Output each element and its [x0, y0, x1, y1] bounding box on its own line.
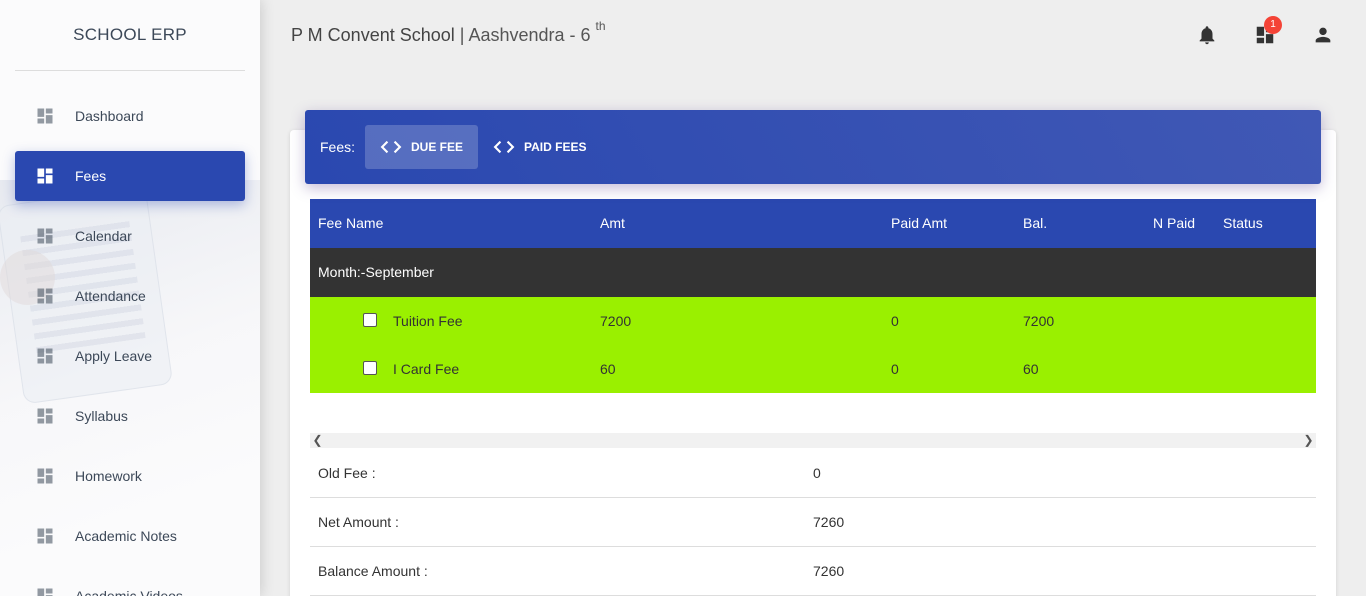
- column-header: Paid Amt: [891, 215, 948, 231]
- column-header: N Paid: [1153, 215, 1196, 231]
- sidebar: SCHOOL ERP Dashboard Fees Calendar Atten…: [0, 0, 260, 596]
- person-icon[interactable]: [1312, 24, 1334, 46]
- notification-badge: 1: [1264, 16, 1282, 34]
- dashboard-icon: [35, 286, 55, 306]
- sidebar-item-label: Fees: [75, 168, 107, 184]
- column-header: Bal.: [1023, 215, 1048, 231]
- fees-card-header: Fees: DUE FEE PAID FEES: [305, 110, 1321, 184]
- month-group-row: Month:-September: [310, 248, 1316, 297]
- sidebar-item-label: Academic Notes: [75, 528, 177, 544]
- table-header-row: Fee Name Amt Paid Amt Bal. N Paid Status: [310, 199, 1316, 248]
- summary-row: Balance Amount : 7260: [310, 547, 1316, 596]
- code-icon: [493, 139, 515, 155]
- bell-icon[interactable]: [1196, 24, 1218, 46]
- tab-due-fee[interactable]: DUE FEE: [365, 125, 479, 169]
- fee-balance: 7200: [1023, 313, 1055, 329]
- sidebar-item-attendance[interactable]: Attendance: [15, 271, 245, 321]
- old-fee-label: Old Fee :: [318, 465, 376, 481]
- page-title: P M Convent School | Aashvendra - 6 th: [291, 19, 606, 46]
- sidebar-divider: [15, 70, 245, 71]
- class-suffix: th: [595, 19, 606, 33]
- column-header: Fee Name: [318, 215, 384, 231]
- fee-paid-amount: 0: [891, 361, 899, 377]
- column-header: Amt: [600, 215, 625, 231]
- dashboard-icon: [35, 406, 55, 426]
- balance-amount-value: 7260: [813, 563, 845, 579]
- sidebar-item-label: Attendance: [75, 288, 146, 304]
- column-header: Status: [1223, 215, 1263, 231]
- scroll-left-icon[interactable]: ❮: [310, 433, 325, 448]
- fee-checkbox[interactable]: [363, 313, 377, 327]
- sidebar-item-academic-videos[interactable]: Academic Videos: [15, 571, 245, 596]
- table-row: I Card Fee 60 0 60: [310, 345, 1316, 393]
- summary-row: Old Fee : 0: [310, 449, 1316, 498]
- top-navbar: P M Convent School | Aashvendra - 6 th 1: [260, 0, 1366, 70]
- dashboard-icon: [35, 526, 55, 546]
- sidebar-item-dashboard[interactable]: Dashboard: [15, 91, 245, 141]
- month-label: Month:-September: [318, 264, 434, 280]
- dashboard-icon[interactable]: 1: [1254, 16, 1282, 46]
- sidebar-menu: Dashboard Fees Calendar Attendance Apply…: [0, 91, 260, 596]
- tab-label: PAID FEES: [524, 140, 587, 154]
- horizontal-scrollbar[interactable]: ❮ ❯: [310, 433, 1316, 448]
- title-separator: |: [454, 25, 469, 45]
- dashboard-icon: [35, 586, 55, 596]
- sidebar-item-label: Dashboard: [75, 108, 144, 124]
- sidebar-item-label: Apply Leave: [75, 348, 153, 364]
- fee-name: Tuition Fee: [393, 313, 463, 329]
- tab-paid-fees[interactable]: PAID FEES: [478, 125, 601, 169]
- fee-paid-amount: 0: [891, 313, 899, 329]
- sidebar-item-label: Syllabus: [75, 408, 128, 424]
- fees-label: Fees:: [320, 139, 356, 155]
- fee-balance: 60: [1023, 361, 1039, 377]
- school-name: P M Convent School: [291, 25, 455, 45]
- fee-table: Fee Name Amt Paid Amt Bal. N Paid Status…: [310, 199, 1316, 393]
- table-row: Tuition Fee 7200 0 7200: [310, 297, 1316, 345]
- code-icon: [380, 139, 402, 155]
- sidebar-item-label: Calendar: [75, 228, 132, 244]
- fee-amount: 60: [600, 361, 616, 377]
- sidebar-item-fees[interactable]: Fees: [15, 151, 245, 201]
- dashboard-icon: [35, 346, 55, 366]
- dashboard-icon: [35, 106, 55, 126]
- net-amount-value: 7260: [813, 514, 845, 530]
- scroll-right-icon[interactable]: ❯: [1301, 433, 1316, 448]
- dashboard-icon: [35, 226, 55, 246]
- tab-label: DUE FEE: [411, 140, 464, 154]
- balance-amount-label: Balance Amount :: [318, 563, 428, 579]
- sidebar-item-calendar[interactable]: Calendar: [15, 211, 245, 261]
- dashboard-icon: [35, 166, 55, 186]
- net-amount-label: Net Amount :: [318, 514, 399, 530]
- sidebar-item-label: Academic Videos: [75, 588, 183, 596]
- sidebar-item-syllabus[interactable]: Syllabus: [15, 391, 245, 441]
- fee-amount: 7200: [600, 313, 632, 329]
- student-name: Aashvendra - 6: [468, 25, 591, 45]
- dashboard-icon: [35, 466, 55, 486]
- fee-summary: Old Fee : 0 Net Amount : 7260 Balance Am…: [310, 449, 1316, 596]
- sidebar-item-academic-notes[interactable]: Academic Notes: [15, 511, 245, 561]
- app-logo[interactable]: SCHOOL ERP: [0, 0, 260, 70]
- summary-row: Net Amount : 7260: [310, 498, 1316, 547]
- sidebar-item-homework[interactable]: Homework: [15, 451, 245, 501]
- sidebar-item-label: Homework: [75, 468, 142, 484]
- fee-checkbox[interactable]: [363, 361, 377, 375]
- fee-name: I Card Fee: [393, 361, 460, 377]
- sidebar-item-apply-leave[interactable]: Apply Leave: [15, 331, 245, 381]
- old-fee-value: 0: [813, 465, 821, 481]
